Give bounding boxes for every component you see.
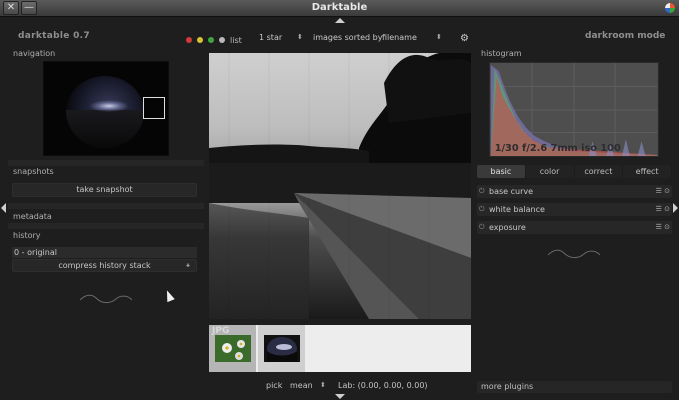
metadata-label[interactable]: metadata: [13, 212, 52, 221]
history-label: history: [13, 231, 41, 240]
power-icon[interactable]: ⏻: [479, 205, 487, 213]
histogram-chart[interactable]: 1/30 f/2.6 7mm iso 100: [489, 62, 659, 157]
collapse-right-panel-arrow-icon[interactable]: [673, 203, 678, 213]
snapshots-label: snapshots: [13, 167, 54, 176]
collapse-left-panel-arrow-icon[interactable]: [1, 203, 6, 213]
navigation-viewport-box[interactable]: [143, 97, 165, 119]
module-presets-reset-icons[interactable]: ☰ ⊙: [656, 185, 670, 198]
collapse-top-panel-arrow-icon[interactable]: [335, 18, 345, 23]
app-brand: darktable 0.7: [18, 31, 90, 41]
module-name: base curve: [489, 187, 534, 196]
color-picker-mode-value: mean: [290, 381, 313, 390]
chevron-updown-icon: ⬍: [436, 33, 442, 41]
stars-filter-value: 1 star: [259, 33, 283, 42]
thumb-image-flowers: [215, 335, 251, 362]
sort-value: filename: [382, 33, 417, 42]
pick-label: pick: [266, 381, 283, 390]
history-item-original[interactable]: 0 - original: [12, 247, 197, 258]
mouse-cursor-icon: [163, 288, 175, 303]
app-icon: [665, 3, 675, 13]
lab-readout: Lab: (0.00, 0.00, 0.00): [338, 381, 428, 390]
module-base-curve[interactable]: ⏻ base curve ☰ ⊙: [477, 185, 672, 198]
stars-filter-combo[interactable]: 1 star ⬍: [259, 33, 307, 42]
panel-separator: [8, 203, 204, 209]
power-icon[interactable]: ⏻: [479, 223, 487, 231]
view-list-label: list: [230, 35, 242, 45]
color-label-green-icon[interactable]: [208, 37, 214, 43]
filmstrip-thumb-selected[interactable]: [258, 325, 305, 372]
compress-history-label: compress history stack: [58, 261, 151, 270]
module-presets-reset-icons[interactable]: ☰ ⊙: [656, 221, 670, 234]
flourish-ornament-icon: [79, 294, 133, 304]
color-label-red-icon[interactable]: [186, 37, 192, 43]
title-bar: ✕ — Darktable: [0, 0, 679, 17]
take-snapshot-button[interactable]: take snapshot: [12, 183, 197, 197]
tab-basic[interactable]: basic: [477, 165, 526, 178]
module-white-balance[interactable]: ⏻ white balance ☰ ⊙: [477, 203, 672, 216]
histogram-label: histogram: [481, 49, 522, 58]
history-lock-icon: ⚹: [185, 261, 191, 269]
tab-color[interactable]: color: [525, 165, 575, 178]
collapse-bottom-panel-arrow-icon[interactable]: [335, 394, 345, 399]
flourish-ornament-icon: [547, 249, 601, 259]
navigation-thumbnail-horizon: [89, 100, 129, 112]
panel-separator: [8, 160, 204, 166]
module-presets-reset-icons[interactable]: ☰ ⊙: [656, 203, 670, 216]
power-icon[interactable]: ⏻: [479, 187, 487, 195]
chevron-updown-icon: ⬍: [320, 381, 326, 389]
color-picker-mode-combo[interactable]: mean ⬍: [290, 381, 328, 390]
sort-combo[interactable]: filename ⬍: [382, 33, 444, 42]
top-toolbar: list: [186, 34, 250, 46]
color-label-gray-icon[interactable]: [219, 37, 225, 43]
more-plugins-expander[interactable]: more plugins: [477, 381, 672, 393]
compress-history-button[interactable]: compress history stack ⚹: [12, 259, 197, 272]
thumb-image-fisheye: [264, 335, 300, 362]
navigation-label: navigation: [13, 49, 56, 58]
gear-icon[interactable]: ⚙: [460, 34, 470, 44]
main-image-canvas[interactable]: [209, 53, 471, 319]
tab-correct[interactable]: correct: [574, 165, 624, 178]
panel-separator: [8, 223, 204, 229]
module-name: exposure: [489, 223, 526, 232]
view-mode-label[interactable]: darkroom mode: [585, 31, 665, 41]
chevron-updown-icon: ⬍: [297, 33, 303, 41]
filmstrip-thumb[interactable]: JPG: [209, 325, 256, 372]
color-label-yellow-icon[interactable]: [197, 37, 203, 43]
navigation-thumbnail-ground: [66, 110, 144, 148]
tab-effect[interactable]: effect: [623, 165, 672, 178]
histogram-exif-text: 1/30 f/2.6 7mm iso 100: [495, 143, 621, 154]
navigation-thumbnail[interactable]: [43, 61, 169, 156]
module-group-tabs: basic color correct effect: [477, 165, 672, 178]
module-exposure[interactable]: ⏻ exposure ☰ ⊙: [477, 221, 672, 234]
filmstrip[interactable]: JPG: [209, 325, 471, 372]
sort-label: images sorted by: [313, 33, 383, 42]
window-title: Darktable: [311, 2, 368, 13]
module-name: white balance: [489, 205, 545, 214]
